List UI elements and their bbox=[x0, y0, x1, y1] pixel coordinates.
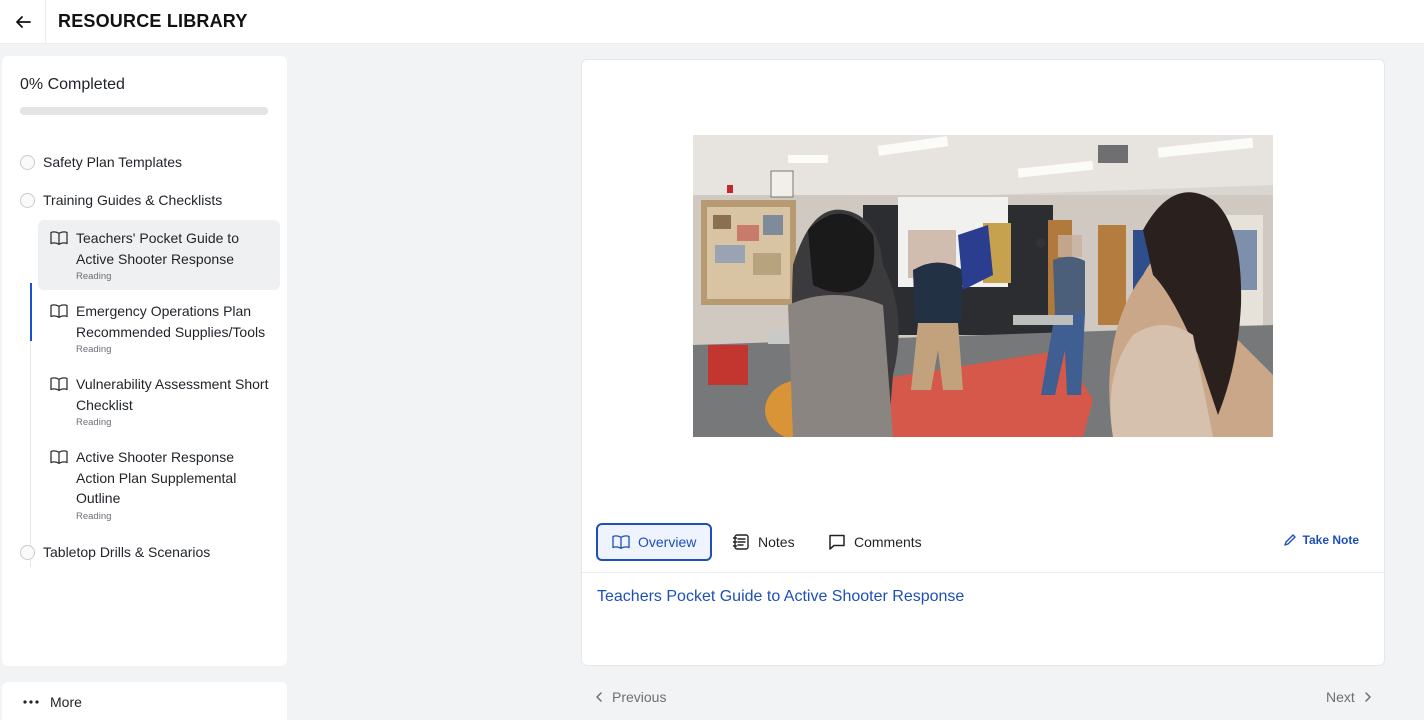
item-title: Teachers' Pocket Guide to Active Shooter… bbox=[76, 230, 239, 267]
sub-items-guide-line bbox=[30, 341, 31, 567]
more-horizontal-icon bbox=[23, 700, 39, 704]
content-card: Overview Notes Comments Take Note Teache… bbox=[581, 59, 1385, 666]
resource-title-link[interactable]: Teachers Pocket Guide to Active Shooter … bbox=[597, 588, 964, 606]
book-open-icon bbox=[50, 303, 68, 355]
section-status-radio bbox=[20, 544, 35, 560]
take-note-label: Take Note bbox=[1302, 533, 1359, 547]
previous-label: Previous bbox=[612, 689, 667, 705]
tab-label: Overview bbox=[638, 534, 697, 550]
item-type: Reading bbox=[76, 510, 112, 522]
arrow-left-icon bbox=[15, 16, 31, 28]
section-tabletop-drills[interactable]: Tabletop Drills & Scenarios bbox=[20, 544, 210, 560]
next-label: Next bbox=[1326, 689, 1355, 705]
more-label: More bbox=[50, 694, 82, 710]
section-label: Tabletop Drills & Scenarios bbox=[43, 544, 211, 560]
next-button[interactable]: Next bbox=[1326, 689, 1373, 705]
section-status-radio bbox=[20, 192, 35, 208]
section-safety-plan-templates[interactable]: Safety Plan Templates bbox=[20, 154, 182, 170]
section-label: Safety Plan Templates bbox=[43, 154, 183, 170]
back-button[interactable] bbox=[0, 0, 46, 44]
sidebar-item-vulnerability-assessment[interactable]: Vulnerability Assessment Short Checklist… bbox=[38, 366, 280, 436]
tab-label: Comments bbox=[854, 534, 922, 550]
sidebar-item-active-shooter-action-plan[interactable]: Active Shooter Response Action Plan Supp… bbox=[38, 439, 280, 530]
item-title: Emergency Operations Plan Recommended Su… bbox=[76, 303, 266, 340]
item-title: Vulnerability Assessment Short Checklist bbox=[76, 376, 269, 413]
tab-notes[interactable]: Notes bbox=[732, 523, 795, 561]
tabs-divider bbox=[582, 572, 1384, 573]
tab-comments[interactable]: Comments bbox=[828, 523, 922, 561]
page-title: RESOURCE LIBRARY bbox=[58, 11, 248, 31]
tab-label: Notes bbox=[758, 534, 795, 550]
book-open-icon bbox=[50, 230, 68, 282]
item-title: Active Shooter Response Action Plan Supp… bbox=[76, 449, 237, 506]
chevron-left-icon bbox=[596, 692, 602, 702]
section-label: Training Guides & Checklists bbox=[43, 192, 223, 208]
previous-button[interactable]: Previous bbox=[594, 689, 666, 705]
book-open-icon bbox=[50, 376, 68, 428]
tab-overview[interactable]: Overview bbox=[596, 523, 712, 561]
top-bar: RESOURCE LIBRARY bbox=[0, 0, 1424, 44]
item-type: Reading bbox=[76, 271, 112, 282]
progress-bar bbox=[20, 107, 268, 115]
item-type: Reading bbox=[76, 344, 112, 355]
section-status-radio bbox=[20, 154, 35, 170]
notes-icon bbox=[732, 533, 750, 551]
sidebar-item-teachers-pocket-guide[interactable]: Teachers' Pocket Guide to Active Shooter… bbox=[38, 220, 280, 290]
book-open-icon bbox=[612, 534, 630, 550]
more-button[interactable]: More bbox=[2, 682, 287, 720]
chevron-right-icon bbox=[1365, 692, 1371, 702]
take-note-button[interactable]: Take Note bbox=[1283, 533, 1359, 547]
active-item-indicator bbox=[30, 283, 32, 341]
section-training-guides[interactable]: Training Guides & Checklists bbox=[20, 192, 222, 208]
item-type: Reading bbox=[76, 417, 112, 428]
course-sidebar: 0% Completed Safety Plan Templates Train… bbox=[2, 56, 287, 666]
progress-label: 0% Completed bbox=[20, 76, 125, 93]
lesson-video[interactable] bbox=[693, 135, 1273, 437]
pen-icon bbox=[1283, 534, 1296, 546]
book-open-icon bbox=[50, 449, 68, 522]
classroom-video-frame bbox=[693, 135, 1273, 437]
comment-icon bbox=[828, 533, 846, 551]
sidebar-item-emergency-operations-plan[interactable]: Emergency Operations Plan Recommended Su… bbox=[38, 293, 280, 363]
